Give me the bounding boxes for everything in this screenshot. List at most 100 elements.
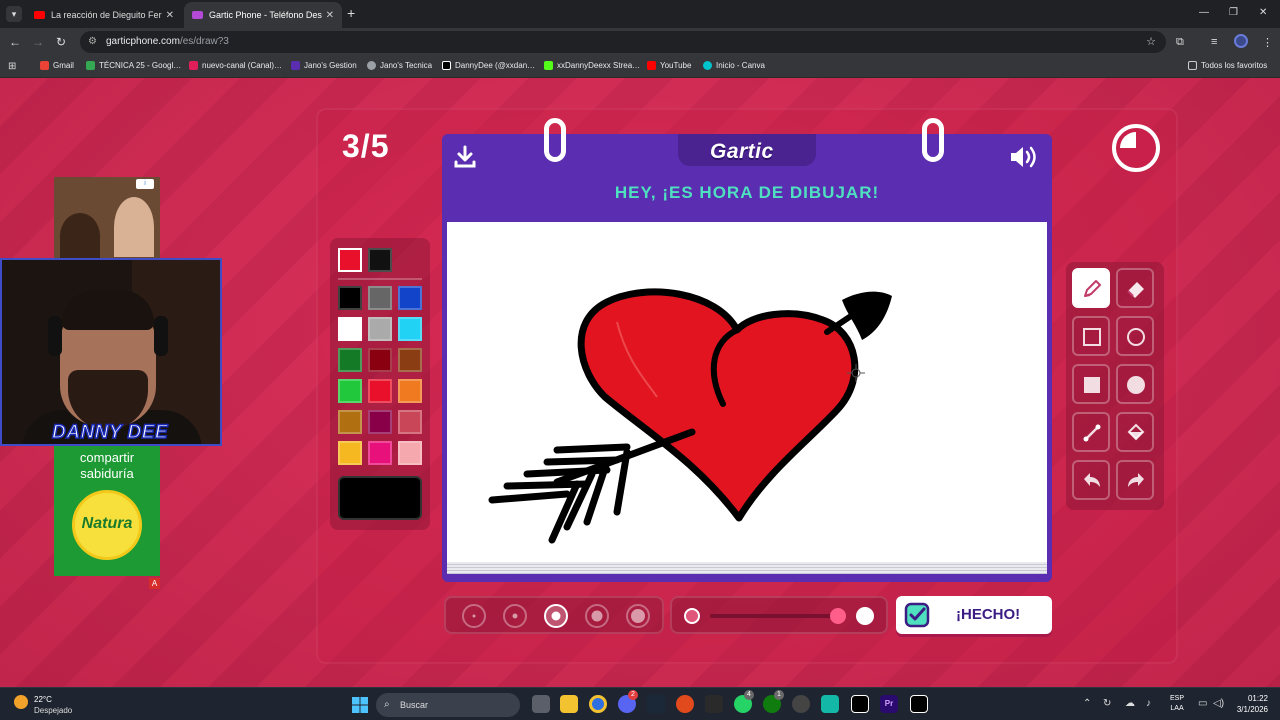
rectangle-tool[interactable] xyxy=(1072,316,1110,356)
filled-rectangle-tool[interactable] xyxy=(1072,364,1110,404)
media-control-icon[interactable]: ≡ xyxy=(1211,36,1217,48)
chrome-icon[interactable] xyxy=(589,695,607,713)
windows-start-icon[interactable] xyxy=(352,697,368,713)
menu-icon[interactable]: ⋮ xyxy=(1262,36,1273,49)
ad-banner[interactable]: compartir sabiduría Natura xyxy=(54,446,160,576)
tab-search-button[interactable]: ▾ xyxy=(6,6,22,22)
volume-icon[interactable]: ◁) xyxy=(1213,698,1224,709)
bookmark-tecnica[interactable]: TÉCNICA 25 - Googl… xyxy=(86,61,181,70)
eraser-tool[interactable] xyxy=(1116,268,1154,308)
color-swatch[interactable] xyxy=(368,441,392,465)
capcut-icon-2[interactable] xyxy=(910,695,928,713)
slider-track[interactable] xyxy=(710,614,840,618)
undo-tool[interactable] xyxy=(1072,460,1110,500)
epic-games-icon[interactable] xyxy=(705,695,723,713)
microphone-icon[interactable]: ♪ xyxy=(1146,698,1151,709)
obs-icon[interactable] xyxy=(792,695,810,713)
tray-overflow-icon[interactable]: ⌃ xyxy=(1083,698,1091,709)
bookmark-kick[interactable]: xxDannyDeexx Strea… xyxy=(544,61,640,70)
current-color-preview[interactable] xyxy=(338,476,422,520)
bookmark-jano-tecnica[interactable]: Jano's Tecnica xyxy=(367,61,432,70)
sound-icon[interactable] xyxy=(1008,144,1040,170)
language-indicator[interactable]: ESP LAA xyxy=(1170,694,1184,714)
close-tab-icon[interactable]: ✕ xyxy=(326,10,334,21)
steam-icon[interactable] xyxy=(647,695,665,713)
brush-size-1[interactable] xyxy=(462,604,486,628)
color-swatch[interactable] xyxy=(338,348,362,372)
line-tool[interactable] xyxy=(1072,412,1110,452)
reload-icon[interactable]: ↻ xyxy=(56,35,66,49)
color-swatch[interactable] xyxy=(398,286,422,310)
brush-size-4[interactable] xyxy=(585,604,609,628)
brush-size-5[interactable] xyxy=(626,604,650,628)
cloud-icon[interactable]: ☁ xyxy=(1125,698,1135,709)
bookmark-youtube[interactable]: YouTube xyxy=(647,61,691,70)
ad-video-thumbnail[interactable]: i xyxy=(54,177,160,259)
slider-handle[interactable] xyxy=(830,608,846,624)
ellipse-tool[interactable] xyxy=(1116,316,1154,356)
color-swatch[interactable] xyxy=(368,410,392,434)
extensions-icon[interactable]: ⧉ xyxy=(1176,36,1184,49)
brush-size-3[interactable] xyxy=(544,604,568,628)
color-swatch[interactable] xyxy=(338,379,362,403)
pencil-tool[interactable] xyxy=(1072,268,1110,308)
color-swatch[interactable] xyxy=(368,286,392,310)
profile-avatar[interactable] xyxy=(1234,34,1248,48)
task-view-icon[interactable] xyxy=(532,695,550,713)
bookmark-gmail[interactable]: Gmail xyxy=(40,61,74,70)
whatsapp-badge: 4 xyxy=(744,690,754,700)
file-explorer-icon[interactable] xyxy=(560,695,578,713)
brave-icon[interactable] xyxy=(676,695,694,713)
redo-tool[interactable] xyxy=(1116,460,1154,500)
color-swatch[interactable] xyxy=(398,379,422,403)
close-tab-icon[interactable]: ✕ xyxy=(166,10,174,21)
taskbar-clock[interactable]: 01:22 3/1/2026 xyxy=(1228,693,1268,715)
new-tab-button[interactable]: + xyxy=(347,6,355,20)
color-swatch[interactable] xyxy=(398,317,422,341)
bookmark-jano-gestion[interactable]: Jano's Gestion xyxy=(291,61,357,70)
tab-youtube[interactable]: La reacción de Dieguito Fernan… ✕ xyxy=(26,2,182,28)
display-icon[interactable]: ▭ xyxy=(1198,698,1207,709)
all-bookmarks[interactable]: Todos los favoritos xyxy=(1188,61,1267,70)
color-swatch[interactable] xyxy=(398,348,422,372)
color-swatch-primary[interactable] xyxy=(338,248,362,272)
download-icon[interactable] xyxy=(452,144,478,170)
premiere-icon[interactable]: Pr xyxy=(880,695,898,713)
color-swatch[interactable] xyxy=(398,441,422,465)
drawing-canvas[interactable] xyxy=(447,222,1047,562)
color-swatch[interactable] xyxy=(368,317,392,341)
ad-info-badge[interactable]: i xyxy=(136,179,154,189)
color-swatch[interactable] xyxy=(338,441,362,465)
capcut-icon[interactable] xyxy=(851,695,869,713)
opacity-slider[interactable] xyxy=(670,596,888,634)
back-icon[interactable]: ← xyxy=(9,35,21,49)
bookmark-star-icon[interactable]: ☆ xyxy=(1146,31,1156,53)
close-window-icon[interactable]: ✕ xyxy=(1259,7,1267,18)
taskbar-search[interactable]: ⌕ Buscar xyxy=(376,693,520,717)
fill-bucket-tool[interactable] xyxy=(1116,412,1154,452)
bookmark-slack[interactable]: nuevo-canal (Canal)… xyxy=(189,61,282,70)
sync-icon[interactable]: ↻ xyxy=(1103,698,1111,709)
adchoices-icon[interactable]: A xyxy=(149,578,160,589)
color-swatch-secondary[interactable] xyxy=(368,248,392,272)
bookmark-tiktok[interactable]: DannyDee (@xxdan… xyxy=(442,61,535,70)
bookmark-canva[interactable]: Inicio - Canva xyxy=(703,61,765,70)
apps-grid-icon[interactable]: ⊞ xyxy=(8,61,16,72)
brush-size-2[interactable] xyxy=(503,604,527,628)
clock-date: 3/1/2026 xyxy=(1236,705,1268,714)
app-icon[interactable] xyxy=(821,695,839,713)
color-swatch[interactable] xyxy=(368,379,392,403)
minimize-icon[interactable]: — xyxy=(1199,7,1209,18)
filled-ellipse-tool[interactable] xyxy=(1116,364,1154,404)
color-swatch[interactable] xyxy=(338,286,362,310)
color-swatch[interactable] xyxy=(368,348,392,372)
tab-gartic[interactable]: Gartic Phone - Teléfono Descon… ✕ xyxy=(184,2,342,28)
color-swatch[interactable] xyxy=(398,410,422,434)
color-swatch[interactable] xyxy=(338,410,362,434)
restore-icon[interactable]: ❐ xyxy=(1229,7,1238,18)
site-info-icon[interactable]: ⚙ xyxy=(88,31,97,53)
color-swatch[interactable] xyxy=(338,317,362,341)
done-button[interactable]: ¡HECHO! xyxy=(896,596,1052,634)
forward-icon[interactable]: → xyxy=(32,35,44,49)
address-bar[interactable]: ⚙ garticphone.com/es/draw?3 ☆ xyxy=(80,31,1166,53)
